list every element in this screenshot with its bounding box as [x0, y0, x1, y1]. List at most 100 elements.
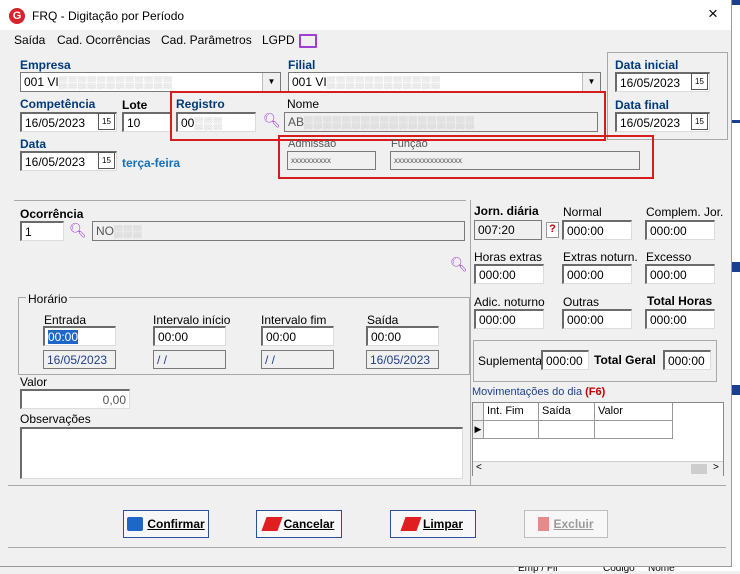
menu-cad-ocorrencias[interactable]: Cad. Ocorrências [57, 33, 150, 47]
adic-noturno-input[interactable]: 000:00 [474, 309, 544, 329]
grid-cell[interactable] [539, 421, 595, 439]
calendar-icon[interactable]: 15 [98, 152, 115, 169]
chevron-down-icon[interactable]: ▼ [582, 73, 600, 91]
search-icon[interactable]: 🔍︎ [263, 113, 281, 127]
saida-label: Saída [367, 313, 399, 327]
vertical-divider [470, 200, 471, 485]
total-horas-input[interactable]: 000:00 [645, 309, 715, 329]
empresa-select[interactable]: 001 VI▒▒▒▒▒▒▒▒▒▒▒▒ ▼ [20, 72, 281, 92]
excluir-button[interactable]: Excluir [524, 510, 608, 538]
jorn-diaria-field: 007:20 [474, 220, 542, 240]
nome-field: AB▒▒▒▒▒▒▒▒▒▒▒▒▒▒▒▒▒▒ [284, 112, 598, 132]
movimentacoes-label: Movimentações do dia (F6) [472, 386, 606, 398]
row-indicator-icon: ▶ [473, 421, 484, 439]
total-geral-input[interactable]: 000:00 [663, 350, 711, 370]
lote-input[interactable]: 10 [122, 112, 172, 132]
grid-cell[interactable] [595, 421, 673, 439]
menu-cad-parametros[interactable]: Cad. Parâmetros [161, 33, 252, 47]
window-title: FRQ - Digitação por Período [32, 9, 185, 23]
menu-saida[interactable]: Saída [14, 33, 45, 47]
admissao-label: Admissão [288, 138, 337, 150]
saida-input[interactable]: 00:00 [366, 326, 439, 346]
empresa-label: Empresa [20, 58, 71, 72]
help-icon[interactable]: ? [546, 222, 559, 238]
int-fim-date: / / [261, 350, 334, 369]
normal-label: Normal [563, 205, 602, 219]
entrada-input[interactable]: 00:00 [43, 326, 116, 346]
valor-input[interactable]: 0,00 [20, 389, 130, 409]
limpar-button[interactable]: Limpar [390, 510, 476, 538]
save-icon [127, 517, 144, 531]
total-horas-label: Total Horas [647, 294, 713, 308]
outras-label: Outras [563, 295, 600, 309]
col-valor[interactable]: Valor [595, 403, 673, 421]
cancelar-button[interactable]: Cancelar [256, 510, 342, 538]
confirmar-button[interactable]: Confirmar [123, 510, 209, 538]
grid-cell[interactable] [484, 421, 539, 439]
complem-input[interactable]: 000:00 [645, 220, 715, 240]
monitor-icon[interactable] [299, 34, 317, 48]
scroll-thumb[interactable] [691, 464, 707, 474]
data-label: Data [20, 137, 47, 151]
menu-lgpd[interactable]: LGPD [262, 33, 295, 47]
competencia-label: Competência [20, 97, 96, 111]
registro-label: Registro [176, 97, 225, 111]
observacoes-label: Observações [20, 412, 91, 426]
movimentacoes-grid[interactable]: Int. Fim Saída Valor ▶ < > [472, 402, 724, 476]
button-panel [8, 485, 726, 548]
chevron-down-icon[interactable]: ▼ [262, 73, 280, 91]
adic-noturno-label: Adic. noturno [474, 295, 545, 309]
extras-noturn-label: Extras noturn. [563, 250, 638, 264]
normal-input[interactable]: 000:00 [562, 220, 632, 240]
registro-input[interactable]: 00▒▒▒ [176, 112, 256, 132]
int-fim-input[interactable]: 00:00 [261, 326, 334, 346]
funcao-label: Função [391, 138, 428, 150]
admissao-field: xxxxxxxxxx [287, 151, 376, 170]
calendar-icon[interactable]: 15 [691, 113, 708, 130]
data-inicial-label: Data inicial [615, 58, 679, 72]
eraser-icon [261, 517, 283, 531]
weekday-label: terça-feira [122, 156, 181, 170]
dialog-window: G FRQ - Digitação por Período × Saída Ca… [0, 0, 732, 567]
int-inicio-date: / / [153, 350, 226, 369]
valor-label: Valor [20, 375, 48, 389]
total-geral-label: Total Geral [594, 353, 656, 367]
nome-label: Nome [287, 97, 320, 111]
lote-label: Lote [122, 98, 148, 112]
horas-extras-input[interactable]: 000:00 [474, 264, 544, 284]
search-icon[interactable]: 🔍︎ [69, 223, 87, 237]
grid-corner [473, 403, 484, 421]
int-inicio-input[interactable]: 00:00 [153, 326, 226, 346]
data-final-label: Data final [615, 98, 670, 112]
col-int-fim[interactable]: Int. Fim [484, 403, 539, 421]
search-icon[interactable]: 🔍︎ [450, 257, 468, 271]
scroll-right-icon[interactable]: > [713, 462, 719, 473]
horizontal-scrollbar[interactable]: < > [473, 461, 723, 476]
filial-label: Filial [288, 58, 316, 72]
complem-label: Complem. Jor. [646, 205, 724, 219]
excesso-input[interactable]: 000:00 [645, 264, 715, 284]
observacoes-textarea[interactable] [20, 427, 463, 479]
calendar-icon[interactable]: 15 [98, 113, 115, 130]
suplementar-input[interactable]: 000:00 [541, 350, 589, 370]
status-bar [8, 547, 726, 565]
ocorrencia-code-input[interactable]: 1 [20, 221, 64, 241]
calendar-icon[interactable]: 15 [691, 73, 708, 90]
close-icon[interactable]: × [708, 5, 718, 23]
extras-noturn-input[interactable]: 000:00 [562, 264, 632, 284]
trash-icon [538, 517, 550, 531]
ocorrencia-desc-field: NO▒▒▒ [92, 221, 465, 241]
funcao-field: xxxxxxxxxxxxxxxxx [390, 151, 640, 170]
int-inicio-label: Intervalo início [153, 313, 231, 327]
entrada-date: 16/05/2023 [43, 350, 116, 369]
col-saida[interactable]: Saída [539, 403, 595, 421]
eraser-icon [400, 517, 422, 531]
suplementar-label: Suplementar [478, 354, 547, 368]
ocorrencia-label: Ocorrência [20, 207, 84, 221]
outras-input[interactable]: 000:00 [562, 309, 632, 329]
horario-label: Horário [26, 292, 70, 306]
jorn-diaria-label: Jorn. diária [474, 204, 539, 218]
excesso-label: Excesso [646, 250, 692, 264]
filial-select[interactable]: 001 VI▒▒▒▒▒▒▒▒▒▒▒▒ ▼ [288, 72, 601, 92]
scroll-left-icon[interactable]: < [476, 462, 482, 473]
